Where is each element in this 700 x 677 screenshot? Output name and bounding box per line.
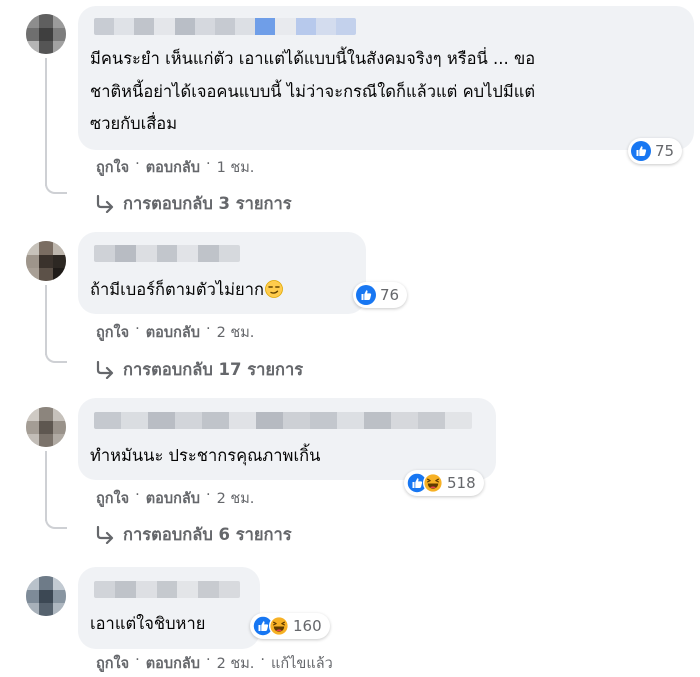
timestamp[interactable]: 2 ชม.	[217, 321, 255, 344]
commenter-avatar[interactable]	[26, 241, 66, 281]
commenter-avatar[interactable]	[26, 576, 66, 616]
reaction-summary[interactable]: 76	[353, 282, 408, 308]
separator-dot: ·	[135, 487, 140, 503]
thread-elbow	[45, 345, 67, 363]
comment-bubble: ถ้ามีเบอร์ก็ตามตัวไม่ยาก	[78, 232, 366, 314]
comment-text-line: ทำหมันนะ ประชากรคุณภาพเกิ้น	[90, 446, 321, 465]
separator-dot: ·	[205, 487, 211, 503]
thread-line	[45, 58, 47, 186]
separator-dot: ·	[135, 156, 140, 172]
comment-text-line: มีคนระยำ เห็นแก่ตัว เอาแต่ได้แบบนี้ในสัง…	[90, 49, 536, 68]
haha-reaction-icon	[269, 616, 289, 636]
comment-actions: ถูกใจ · ตอบกลับ · 2 ชม. · แก้ไขแล้ว	[96, 652, 333, 675]
comment-bubble: ทำหมันนะ ประชากรคุณภาพเกิ้น	[78, 398, 496, 480]
separator-dot: ·	[260, 652, 266, 668]
reply-button[interactable]: ตอบกลับ	[146, 487, 200, 510]
reply-arrow-icon	[96, 526, 114, 544]
replies-label: การตอบกลับ 17 รายการ	[123, 360, 304, 379]
comment-actions: ถูกใจ · ตอบกลับ · 1 ชม.	[96, 156, 254, 179]
separator-dot: ·	[135, 652, 140, 668]
comment-text: ถ้ามีเบอร์ก็ตามตัวไม่ยาก	[90, 275, 283, 305]
view-replies-link[interactable]: การตอบกลับ 17 รายการ	[95, 357, 303, 383]
reply-arrow-icon	[96, 361, 114, 379]
separator-dot: ·	[205, 321, 211, 337]
like-button[interactable]: ถูกใจ	[96, 487, 129, 510]
reaction-summary[interactable]: 75	[628, 138, 683, 164]
comment-bubble: เอาแต่ใจชิบหาย	[78, 567, 260, 649]
smirk-emoji	[265, 280, 283, 298]
comment-text-line: เอาแต่ใจชิบหาย	[90, 614, 206, 633]
separator-dot: ·	[205, 652, 211, 668]
commenter-name-blurred[interactable]	[94, 245, 240, 262]
comment-text-line: ชาติหนี้อย่าได้เจอคนแบบนี้ ไม่ว่าจะกรณีใ…	[90, 82, 536, 101]
edited-label: แก้ไขแล้ว	[271, 656, 333, 672]
comment-bubble: มีคนระยำ เห็นแก่ตัว เอาแต่ได้แบบนี้ในสัง…	[78, 6, 694, 150]
reply-button[interactable]: ตอบกลับ	[146, 321, 200, 344]
view-replies-link[interactable]: การตอบกลับ 6 รายการ	[95, 522, 292, 548]
commenter-avatar[interactable]	[26, 407, 66, 447]
commenter-name-blurred[interactable]	[94, 412, 472, 429]
reaction-summary[interactable]: 518	[404, 470, 484, 496]
thread-elbow	[45, 176, 67, 194]
timestamp[interactable]: 2 ชม.	[217, 487, 255, 510]
like-reaction-icon	[356, 285, 376, 305]
haha-reaction-icon	[423, 473, 443, 493]
reply-button[interactable]: ตอบกลับ	[146, 156, 200, 179]
replies-label: การตอบกลับ 6 รายการ	[123, 525, 292, 544]
like-reaction-icon	[631, 141, 651, 161]
separator-dot: ·	[135, 321, 140, 337]
timestamp[interactable]: 1 ชม.	[217, 156, 255, 179]
commenter-avatar[interactable]	[26, 14, 66, 54]
like-button[interactable]: ถูกใจ	[96, 652, 129, 675]
view-replies-link[interactable]: การตอบกลับ 3 รายการ	[95, 191, 292, 217]
commenter-name-blurred[interactable]	[94, 18, 356, 35]
commenter-name-blurred[interactable]	[94, 581, 240, 598]
reaction-summary[interactable]: 160	[250, 613, 330, 639]
thread-elbow	[45, 511, 67, 529]
reply-arrow-icon	[96, 195, 114, 213]
reaction-count: 160	[293, 617, 322, 635]
timestamp[interactable]: 2 ชม.	[217, 652, 255, 675]
comment-actions: ถูกใจ · ตอบกลับ · 2 ชม.	[96, 321, 254, 344]
reaction-count: 518	[447, 474, 476, 492]
comment-actions: ถูกใจ · ตอบกลับ · 2 ชม.	[96, 487, 254, 510]
reaction-count: 76	[380, 286, 400, 304]
reaction-count: 75	[655, 142, 675, 160]
like-button[interactable]: ถูกใจ	[96, 156, 129, 179]
separator-dot: ·	[205, 156, 211, 172]
reply-button[interactable]: ตอบกลับ	[146, 652, 200, 675]
replies-label: การตอบกลับ 3 รายการ	[123, 194, 292, 213]
like-button[interactable]: ถูกใจ	[96, 321, 129, 344]
comment-text-line: ซวยกับเสื่อม	[90, 114, 178, 133]
